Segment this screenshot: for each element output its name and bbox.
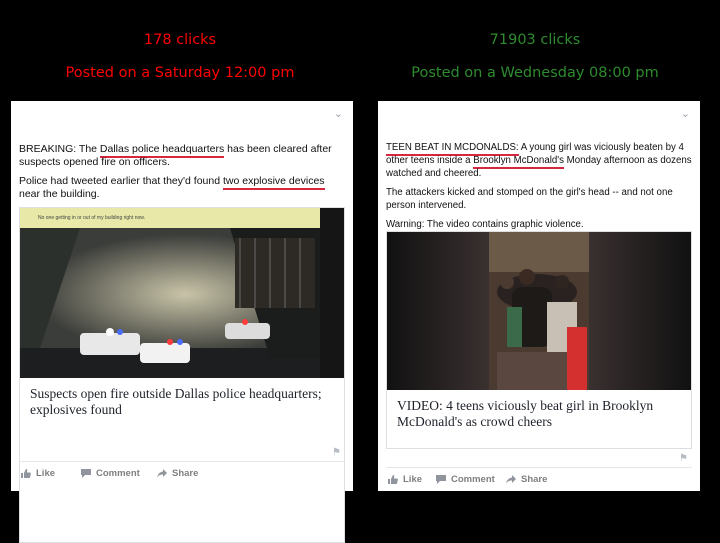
left-post-text: BREAKING: The Dallas police headquarters…: [19, 143, 343, 207]
left-headline[interactable]: Suspects open fire outside Dallas police…: [20, 378, 344, 424]
comment-label: Comment: [451, 474, 495, 485]
left-post-paragraph-2: Police had tweeted earlier that they'd f…: [19, 175, 325, 200]
share-button[interactable]: Share: [157, 468, 198, 479]
like-button[interactable]: Like: [21, 468, 55, 479]
share-icon: [157, 469, 167, 478]
underlined-phrase: Brooklyn McDonald's: [473, 155, 564, 169]
right-link-preview[interactable]: VIDEO: 4 teens viciously beat girl in Br…: [386, 231, 692, 449]
like-button[interactable]: Like: [388, 474, 422, 485]
right-clicks: 71903 clicks: [489, 32, 581, 48]
right-actions-bar: Like Comment Share: [386, 467, 692, 492]
right-headline[interactable]: VIDEO: 4 teens viciously beat girl in Br…: [387, 390, 691, 436]
like-label: Like: [36, 468, 56, 479]
right-post-paragraph-3: Warning: The video contains graphic viol…: [386, 219, 584, 230]
flag-icon[interactable]: ⚑: [679, 453, 688, 464]
comment-button[interactable]: Comment: [436, 474, 495, 485]
left-post-paragraph-1: BREAKING: The Dallas police headquarters…: [19, 143, 332, 168]
tweet-overlay-text: No one getting in or out of my building …: [38, 215, 146, 221]
right-post-paragraph-1: TEEN BEAT IN MCDONALDS: A young girl was…: [386, 142, 692, 179]
comment-button[interactable]: Comment: [81, 468, 140, 479]
left-actions-bar: Like Comment Share: [19, 461, 345, 490]
like-icon: [21, 469, 31, 478]
comment-icon: [81, 469, 91, 478]
right-posted: Posted on a Wednesday 08:00 pm: [411, 65, 659, 81]
underlined-phrase: TEEN BEAT IN MCDONALDS:: [386, 142, 519, 156]
right-video-thumbnail: [387, 232, 691, 390]
like-label: Like: [403, 474, 423, 485]
right-post-text: TEEN BEAT IN MCDONALDS: A young girl was…: [386, 141, 694, 237]
left-link-preview[interactable]: No one getting in or out of my building …: [19, 207, 345, 543]
like-icon: [388, 475, 398, 484]
comment-icon: [436, 475, 446, 484]
flag-icon[interactable]: ⚑: [332, 447, 341, 458]
right-post-paragraph-2: The attackers kicked and stomped on the …: [386, 187, 673, 211]
share-button[interactable]: Share: [506, 474, 547, 485]
comment-label: Comment: [96, 468, 140, 479]
left-clicks: 178 clicks: [143, 32, 217, 48]
right-post-card: ⌄ TEEN BEAT IN MCDONALDS: A young girl w…: [378, 101, 700, 491]
share-icon: [506, 475, 516, 484]
left-post-card: ⌄ BREAKING: The Dallas police headquarte…: [11, 101, 353, 543]
left-news-photo: No one getting in or out of my building …: [20, 208, 344, 378]
share-label: Share: [521, 474, 548, 485]
chevron-down-icon[interactable]: ⌄: [681, 107, 690, 120]
share-label: Share: [172, 468, 199, 479]
left-posted: Posted on a Saturday 12:00 pm: [65, 65, 295, 81]
chevron-down-icon[interactable]: ⌄: [334, 107, 343, 120]
underlined-phrase: two explosive devices: [222, 175, 325, 190]
